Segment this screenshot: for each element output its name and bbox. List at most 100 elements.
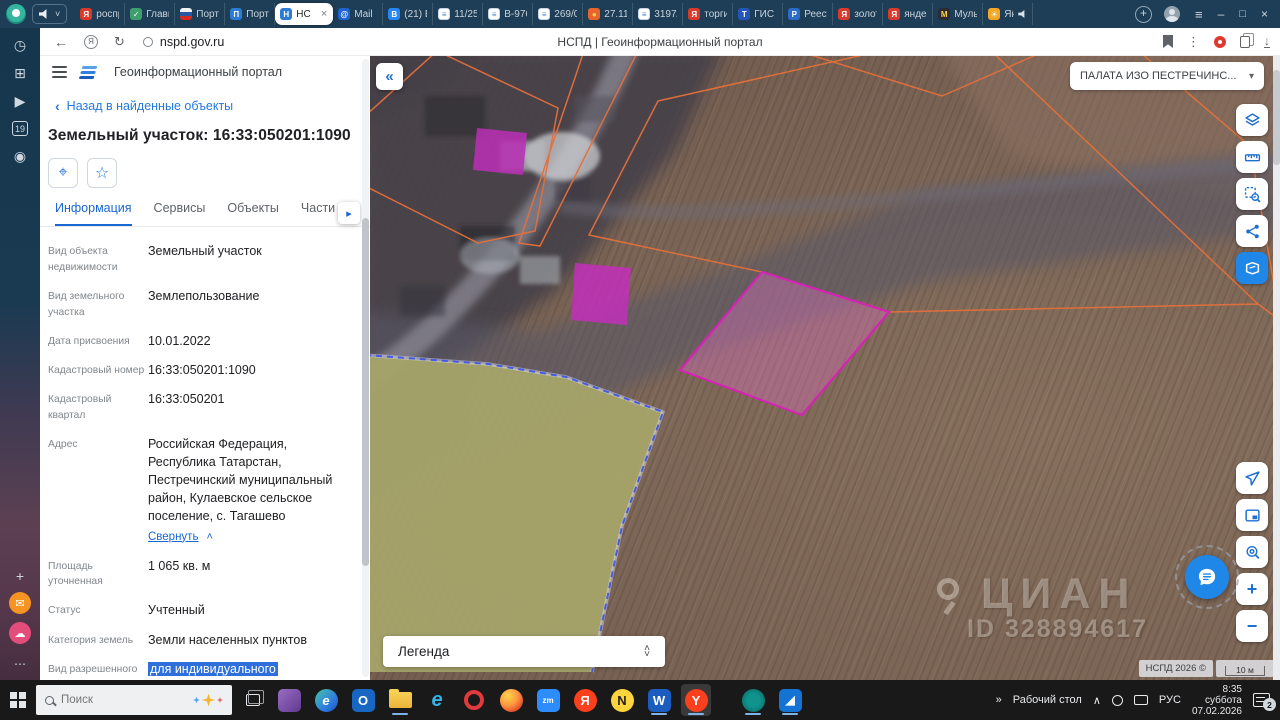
add-panel-icon[interactable]: +	[6, 564, 34, 588]
app-purple[interactable]	[274, 684, 304, 716]
app-outlook[interactable]: O	[348, 684, 378, 716]
tab-close-icon[interactable]: ×	[321, 8, 327, 20]
back-to-results-link[interactable]: ‹ Назад в найденные объекты	[55, 98, 370, 114]
zoom-to-object-button[interactable]: ⌖	[48, 158, 78, 188]
browser-menu-icon[interactable]: ≡	[1195, 7, 1203, 22]
highlighted-object-2[interactable]	[571, 263, 631, 325]
clock[interactable]: 8:35 суббота 07.02.2026	[1192, 684, 1242, 717]
measure-tool-button[interactable]	[1236, 141, 1268, 173]
tabs-panel-icon[interactable]: ⊞	[6, 61, 34, 85]
browser-tab[interactable]: @ Mail	[333, 3, 384, 25]
browser-tab[interactable]: Яторги	[683, 3, 734, 25]
more-icon[interactable]: ⋯	[6, 652, 34, 676]
favorite-button[interactable]: ☆	[87, 158, 117, 188]
tab-sound-icon[interactable]	[1018, 10, 1025, 18]
area-search-tool-button[interactable]	[1236, 178, 1268, 210]
profile-avatar[interactable]	[1164, 6, 1181, 22]
map-canvas[interactable]: « ПАЛАТА ИЗО ПЕСТРЕЧИНС... ▾ + − Легенда …	[370, 56, 1280, 680]
kebab-menu-icon[interactable]: ⋮	[1187, 34, 1200, 50]
search-input[interactable]	[61, 694, 186, 706]
browser-tab[interactable]: Яяндек	[883, 3, 934, 25]
app-n[interactable]: N	[607, 684, 637, 716]
share-tool-button[interactable]	[1236, 215, 1268, 247]
browser-tab[interactable]: ✓Главн	[125, 3, 176, 25]
hidden-icons-chevron[interactable]: ∧	[1093, 694, 1101, 707]
browser-tab[interactable]: ☀ Ян	[983, 3, 1034, 25]
panel-tabs-more-button[interactable]: ▸	[338, 202, 360, 224]
reload-icon[interactable]: ↻	[114, 34, 125, 50]
app-teal[interactable]	[738, 684, 768, 716]
url-text[interactable]: nspd.gov.ru	[160, 35, 224, 49]
close-button[interactable]: ×	[1261, 8, 1268, 20]
download-icon[interactable]: ↓	[1264, 35, 1270, 48]
app-opera[interactable]	[459, 684, 489, 716]
legend-toggle[interactable]: Легенда ˄ ˅	[383, 636, 665, 667]
locate-button[interactable]	[1236, 462, 1268, 494]
browser-tab[interactable]: РРеест	[783, 3, 834, 25]
object-card-tool-button[interactable]	[1236, 252, 1268, 284]
zoom-out-button[interactable]: −	[1236, 610, 1268, 642]
app-yandex[interactable]: Я	[570, 684, 600, 716]
coordinate-search-button[interactable]	[1236, 536, 1268, 568]
app-ie[interactable]: e	[422, 684, 452, 716]
layer-select-dropdown[interactable]: ПАЛАТА ИЗО ПЕСТРЕЧИНС... ▾	[1070, 62, 1264, 90]
app-photos[interactable]: ◢	[775, 684, 805, 716]
browser-tab[interactable]: ТГИС Т	[733, 3, 784, 25]
task-view-icon[interactable]	[246, 690, 264, 706]
browser-tab[interactable]: Яроспр	[75, 3, 126, 25]
collapse-panel-button[interactable]: «	[376, 63, 403, 90]
back-icon[interactable]: ←	[54, 34, 68, 50]
panel-scrollbar[interactable]	[362, 59, 369, 677]
bookmark-icon[interactable]	[1163, 35, 1173, 48]
panel-tab[interactable]: Информация	[55, 201, 132, 226]
browser-tab[interactable]: ≡ 11/25	[433, 3, 484, 25]
app-explorer[interactable]	[385, 684, 415, 716]
mail-icon[interactable]: ✉	[9, 592, 31, 614]
site-info-icon[interactable]	[142, 36, 153, 47]
page-scrollbar[interactable]	[1273, 56, 1280, 680]
desktop-label[interactable]: Рабочий стол	[1013, 694, 1082, 706]
app-word[interactable]: W	[644, 684, 674, 716]
browser-tab[interactable]: ППорта	[225, 3, 276, 25]
highlighted-object-1[interactable]	[473, 128, 527, 175]
sound-control[interactable]: ˅	[32, 4, 68, 24]
maximize-button[interactable]: □	[1239, 8, 1246, 20]
video-icon[interactable]: ▶	[6, 89, 34, 113]
browser-tab[interactable]: ● 27.11	[583, 3, 634, 25]
yandex-badge-icon[interactable]: Я	[84, 34, 98, 49]
panel-tab[interactable]: Объекты	[227, 201, 279, 226]
hamburger-menu-icon[interactable]	[52, 71, 67, 73]
app-ybrowser[interactable]: Y	[681, 684, 711, 716]
collapse-link-text[interactable]: Свернуть	[148, 531, 198, 543]
new-tab-button[interactable]: +	[1135, 5, 1153, 23]
collections-icon[interactable]	[1240, 32, 1254, 48]
start-button[interactable]	[0, 680, 36, 720]
browser-tab[interactable]: ≡ 3197/	[633, 3, 684, 25]
browser-logo-icon[interactable]	[6, 4, 26, 24]
tray-circle-icon[interactable]	[1111, 694, 1123, 706]
minimap-button[interactable]	[1236, 499, 1268, 531]
disk-icon[interactable]: ☁	[9, 622, 31, 644]
browser-tab[interactable]: Н НС ×	[275, 3, 334, 25]
app-edge[interactable]: e	[311, 684, 341, 716]
browser-tab[interactable]: ≡ 269/0	[533, 3, 584, 25]
notification-icon[interactable]: 2	[1253, 693, 1276, 711]
browser-tab[interactable]: В(21) В	[383, 3, 434, 25]
browser-tab[interactable]: Язолот	[833, 3, 884, 25]
minimize-button[interactable]: –	[1218, 8, 1225, 20]
screenshot-icon[interactable]: ◉	[6, 144, 34, 168]
calendar-icon[interactable]: 19	[12, 121, 28, 136]
browser-tab[interactable]: ≡В-976	[483, 3, 534, 25]
panel-tab[interactable]: Сервисы	[154, 201, 206, 226]
tray-overflow[interactable]: »	[996, 694, 1002, 706]
taskbar-search[interactable]	[36, 685, 232, 715]
zoom-in-button[interactable]: +	[1236, 573, 1268, 605]
browser-tab[interactable]: Порта	[175, 3, 226, 25]
collapse-address-link[interactable]: Свернуть ˄	[148, 529, 344, 546]
page-scrollbar-thumb[interactable]	[1273, 70, 1280, 165]
history-icon[interactable]: ◷	[6, 33, 34, 57]
layers-tool-button[interactable]	[1236, 104, 1268, 136]
app-firefox[interactable]	[496, 684, 526, 716]
panel-scrollbar-thumb[interactable]	[362, 218, 369, 566]
app-zoom[interactable]: zm	[533, 684, 563, 716]
